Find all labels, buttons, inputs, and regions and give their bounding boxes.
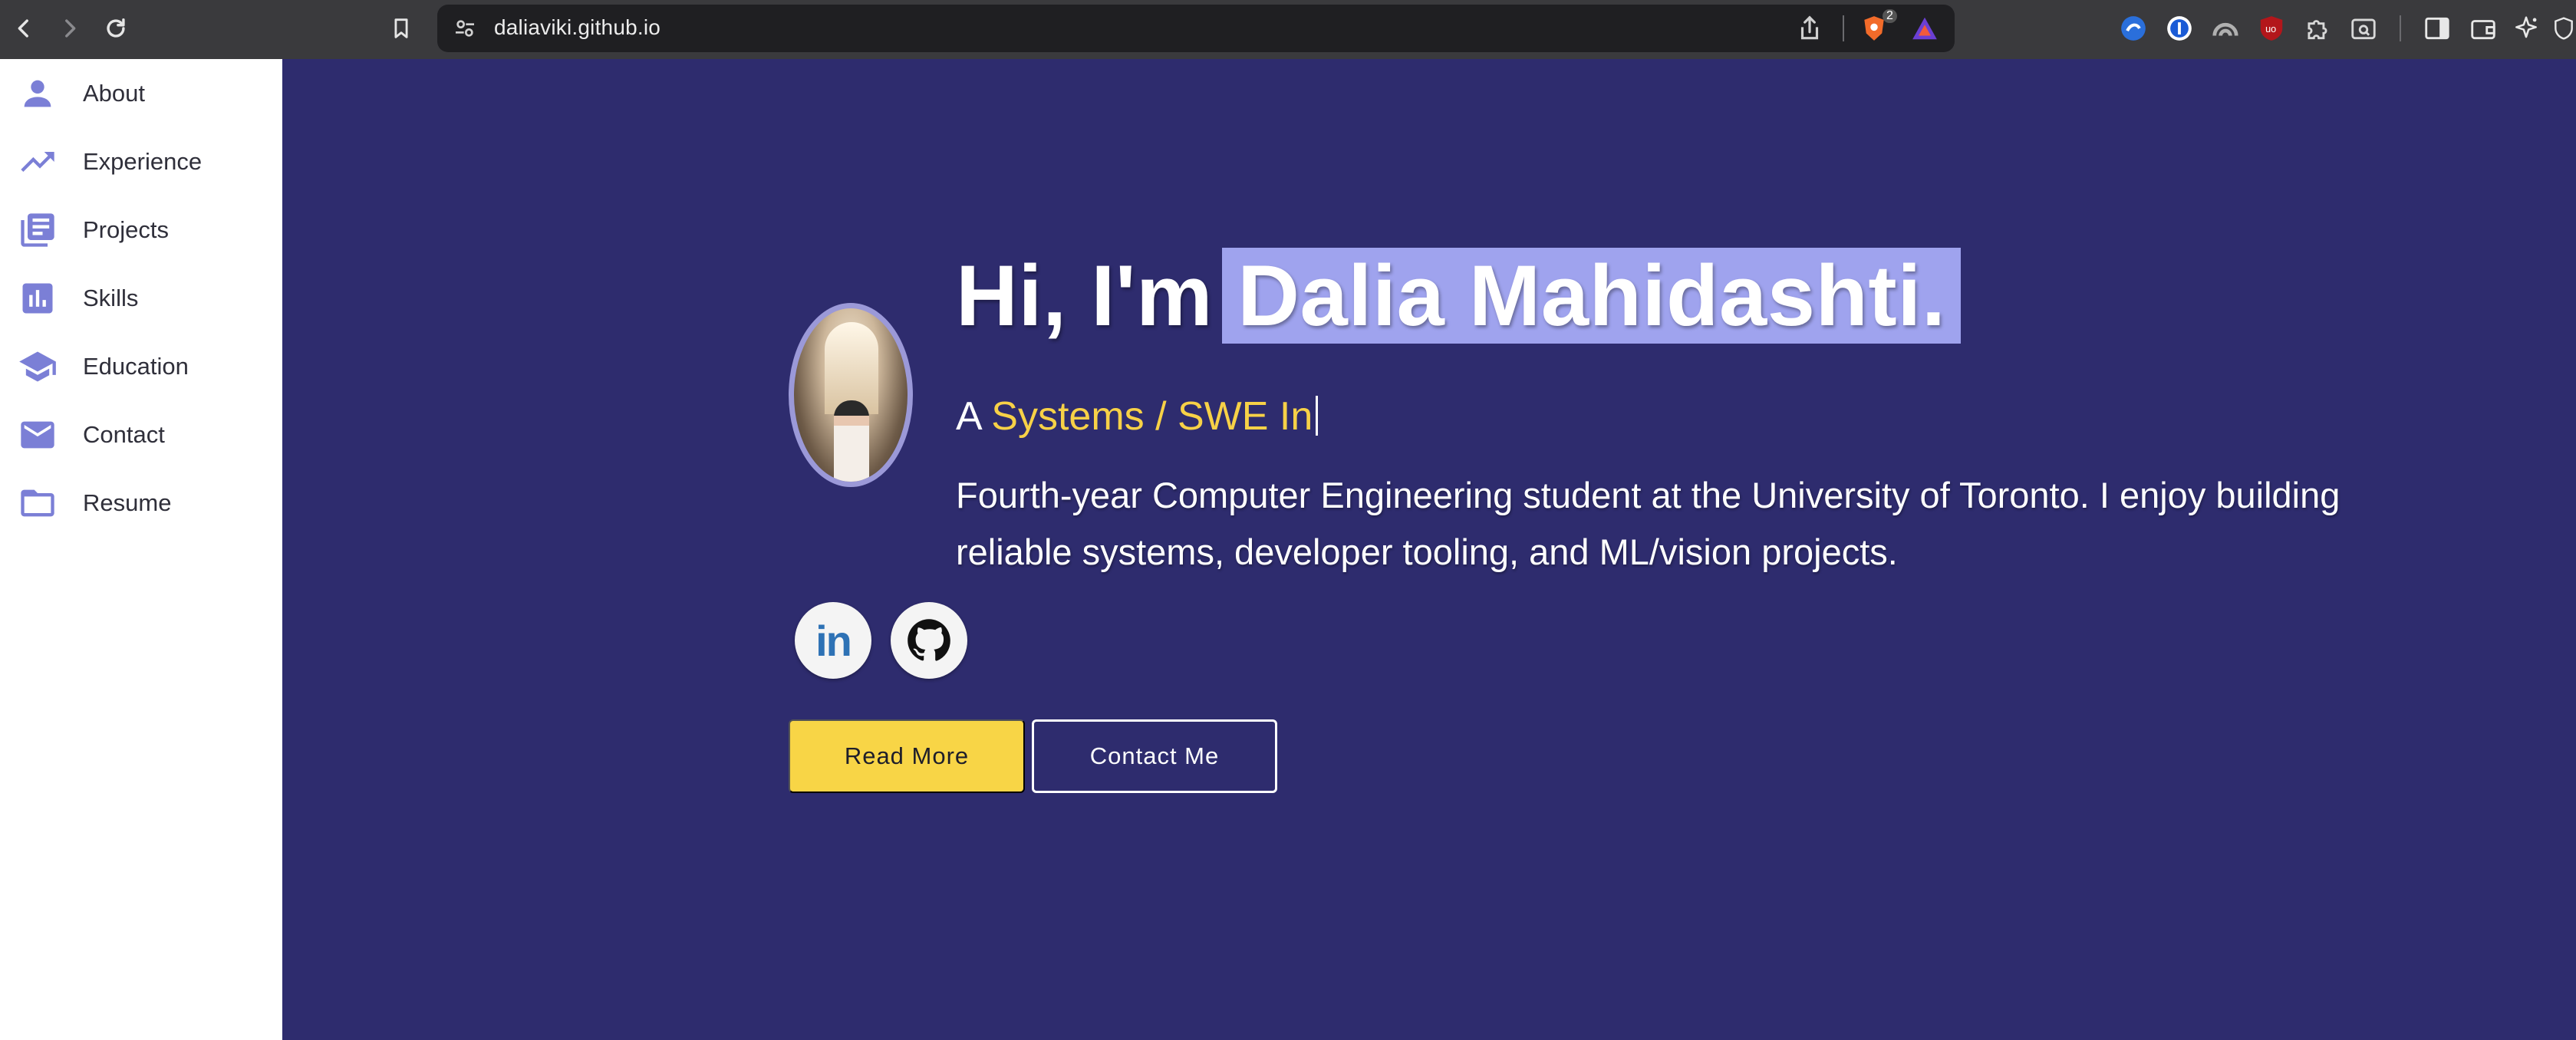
github-icon — [908, 619, 950, 661]
tab-search-icon[interactable] — [2347, 12, 2380, 44]
person-icon — [17, 73, 58, 114]
bar-chart-icon — [17, 278, 58, 319]
address-bar[interactable]: daliaviki.github.io 2 — [437, 5, 1955, 52]
sidebar-item-resume[interactable]: Resume — [0, 469, 282, 537]
greeting-text: Hi, I'm — [956, 248, 1214, 344]
browser-toolbar: daliaviki.github.io 2 uo — [0, 0, 2576, 59]
read-more-button[interactable]: Read More — [789, 719, 1025, 793]
contact-me-button[interactable]: Contact Me — [1032, 719, 1277, 793]
sidebar-item-experience[interactable]: Experience — [0, 127, 282, 196]
sidebar-item-label: Contact — [83, 420, 165, 448]
trending-up-icon — [17, 141, 58, 183]
school-icon — [17, 346, 58, 387]
svg-text:uo: uo — [2265, 24, 2276, 35]
typewriter-role: Systems / SWE In — [991, 394, 1313, 439]
back-icon[interactable] — [6, 11, 41, 46]
github-link[interactable] — [891, 602, 967, 679]
extension-swirl-icon[interactable] — [2117, 12, 2149, 44]
wallet-icon[interactable] — [2467, 12, 2499, 44]
brave-rewards-icon[interactable] — [1909, 12, 1941, 44]
divider — [2400, 15, 2401, 41]
avatar — [789, 303, 913, 487]
leo-ai-icon[interactable] — [2510, 12, 2542, 44]
typing-caret — [1316, 396, 1319, 436]
vpn-icon[interactable] — [2551, 12, 2576, 44]
page-title: Hi, I'm Dalia Mahidashti. — [956, 246, 1962, 345]
sidebar-item-education[interactable]: Education — [0, 332, 282, 400]
extension-arc-icon[interactable] — [2209, 12, 2242, 44]
sidebar-nav: About Experience Projects Skills Educati… — [0, 59, 282, 1040]
share-icon[interactable] — [1794, 12, 1826, 44]
url-text[interactable]: daliaviki.github.io — [494, 15, 660, 40]
sidebar-toggle-icon[interactable] — [2421, 12, 2453, 44]
folder-icon — [17, 482, 58, 524]
divider — [1843, 15, 1844, 41]
bio-text: Fourth-year Computer Engineering student… — [956, 475, 2340, 572]
tagline-prefix: A — [956, 394, 980, 439]
ublock-icon[interactable]: uo — [2255, 12, 2288, 44]
bookmark-icon[interactable] — [384, 11, 419, 46]
sidebar-item-label: Skills — [83, 284, 139, 311]
mail-icon — [17, 414, 58, 456]
linkedin-link[interactable]: in — [795, 602, 871, 679]
shields-count-badge: 2 — [1883, 9, 1897, 23]
sidebar-item-projects[interactable]: Projects — [0, 196, 282, 264]
avatar-photo-person — [834, 400, 869, 482]
sidebar-item-label: Projects — [83, 216, 169, 243]
name-highlight: Dalia Mahidashti. — [1222, 248, 1962, 344]
hero-section: Hi, I'm Dalia Mahidashti. A Systems / SWE… — [282, 59, 2576, 1040]
linkedin-icon: in — [815, 616, 852, 665]
tagline: A Systems / SWE In — [956, 393, 1319, 439]
site-settings-icon[interactable] — [453, 16, 477, 41]
password-manager-icon[interactable] — [2163, 12, 2196, 44]
sidebar-item-skills[interactable]: Skills — [0, 264, 282, 332]
sidebar-item-contact[interactable]: Contact — [0, 400, 282, 469]
sidebar-item-label: Resume — [83, 489, 172, 516]
library-books-icon — [17, 209, 58, 251]
sidebar-item-label: About — [83, 79, 146, 107]
sidebar-item-about[interactable]: About — [0, 59, 282, 127]
reload-icon[interactable] — [98, 11, 133, 46]
extensions-puzzle-icon[interactable] — [2301, 12, 2334, 44]
forward-icon[interactable] — [52, 11, 87, 46]
sidebar-item-label: Experience — [83, 147, 203, 175]
sidebar-item-label: Education — [83, 352, 189, 380]
